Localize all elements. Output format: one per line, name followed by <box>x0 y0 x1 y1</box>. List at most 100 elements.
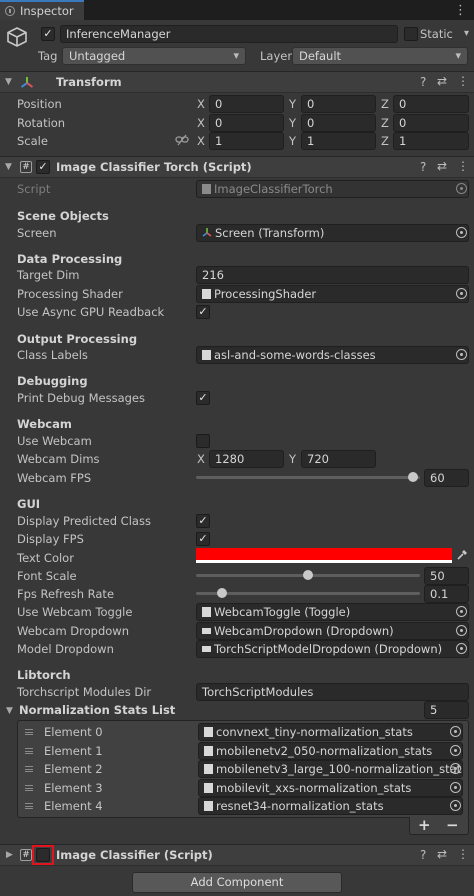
webcam-dims-x-axis[interactable]: X <box>197 452 205 466</box>
element-field[interactable]: mobilenetv2_050-normalization_stats <box>198 742 463 760</box>
help-icon[interactable]: ? <box>420 848 426 862</box>
async-readback-checkbox[interactable]: ✓ <box>196 305 210 319</box>
foldout-arrow-icon[interactable]: ▼ <box>5 77 12 87</box>
rotation-x-axis[interactable]: X <box>197 116 205 130</box>
print-debug-checkbox[interactable]: ✓ <box>196 391 210 405</box>
position-z-axis[interactable]: Z <box>381 97 389 111</box>
foldout-arrow-icon[interactable]: ▶ <box>6 850 13 860</box>
object-picker-icon[interactable] <box>450 763 461 774</box>
drag-handle-icon[interactable] <box>25 766 33 772</box>
font-scale-slider[interactable] <box>196 568 420 582</box>
constrain-proportions-icon[interactable] <box>175 134 189 149</box>
foldout-arrow-icon[interactable]: ▼ <box>5 162 12 172</box>
tag-dropdown[interactable]: Untagged <box>62 47 246 65</box>
object-picker-icon[interactable] <box>450 726 461 737</box>
processing-shader-field[interactable]: ProcessingShader <box>196 285 469 303</box>
font-scale-field[interactable]: 50 <box>424 567 469 585</box>
presets-icon[interactable]: ⇄ <box>437 847 447 861</box>
eyedropper-icon[interactable] <box>456 548 469 564</box>
slider-track <box>196 592 420 595</box>
text-color-swatch[interactable] <box>196 548 452 563</box>
tab-inspector[interactable]: Inspector <box>0 0 84 20</box>
position-y-axis[interactable]: Y <box>289 97 296 111</box>
webcam-dims-y-field[interactable]: 720 <box>301 450 376 468</box>
target-dim-field[interactable]: 216 <box>196 266 469 284</box>
drag-handle-icon[interactable] <box>25 729 33 735</box>
static-dropdown-icon[interactable]: ▾ <box>464 28 469 39</box>
drag-handle-icon[interactable] <box>25 748 33 754</box>
object-picker-icon[interactable] <box>456 625 467 636</box>
scale-y-field[interactable]: 1 <box>301 132 376 150</box>
rotation-y-field[interactable]: 0 <box>301 114 376 132</box>
element-field[interactable]: mobilenetv3_large_100-normalization_stat… <box>198 760 463 778</box>
display-fps-checkbox[interactable]: ✓ <box>196 532 210 546</box>
transform-header[interactable]: ▼ Transform ? ⇄ ⋮ <box>0 71 474 93</box>
element-field[interactable]: resnet34-normalization_stats <box>198 797 463 815</box>
object-picker-icon[interactable] <box>450 745 461 756</box>
position-z-field[interactable]: 0 <box>393 95 469 113</box>
use-webcam-checkbox[interactable] <box>196 434 210 448</box>
modules-dir-field[interactable]: TorchScriptModules <box>196 683 469 701</box>
component-enabled-checkbox[interactable] <box>32 845 54 865</box>
rotation-x-field[interactable]: 0 <box>209 114 284 132</box>
add-element-button[interactable]: + <box>418 816 431 834</box>
scale-y-axis[interactable]: Y <box>289 134 296 148</box>
image-classifier-title: Image Classifier (Script) <box>56 848 213 862</box>
webcam-fps-field[interactable]: 60 <box>424 469 469 487</box>
layer-dropdown[interactable]: Default <box>292 47 468 65</box>
element-field[interactable]: mobilevit_xxs-normalization_stats <box>198 779 463 797</box>
webcam-dims-x-field[interactable]: 1280 <box>209 450 284 468</box>
object-picker-icon[interactable] <box>450 782 461 793</box>
component-enabled-checkbox[interactable]: ✓ <box>36 160 50 174</box>
model-dropdown-field[interactable]: TorchScriptModelDropdown (Dropdown) <box>196 640 469 658</box>
remove-element-button[interactable]: − <box>446 816 459 834</box>
drag-handle-icon[interactable] <box>25 803 33 809</box>
static-checkbox[interactable] <box>404 27 418 41</box>
webcam-fps-slider[interactable] <box>196 470 420 484</box>
webcam-dropdown-field[interactable]: WebcamDropdown (Dropdown) <box>196 622 469 640</box>
webcam-dims-y-axis[interactable]: Y <box>289 452 296 466</box>
image-classifier-header[interactable]: ▶ # Image Classifier (Script) ? ⇄ ⋮ <box>0 844 474 866</box>
add-component-button[interactable]: Add Component <box>132 872 342 893</box>
fps-refresh-field[interactable]: 0.1 <box>424 585 469 603</box>
object-picker-icon[interactable] <box>450 800 461 811</box>
object-name-field[interactable]: InferenceManager <box>60 25 398 43</box>
component-menu-icon[interactable]: ⋮ <box>457 159 469 173</box>
norm-list-count-field[interactable]: 5 <box>424 701 469 719</box>
use-webcam-toggle-field[interactable]: WebcamToggle (Toggle) <box>196 603 469 621</box>
scale-x-axis[interactable]: X <box>197 134 205 148</box>
window-menu-icon[interactable]: ⋮ <box>454 3 467 18</box>
object-picker-icon[interactable] <box>456 606 467 617</box>
scale-x-field[interactable]: 1 <box>209 132 284 150</box>
fps-refresh-slider[interactable] <box>196 586 420 600</box>
class-labels-field[interactable]: asl-and-some-words-classes <box>196 346 469 364</box>
script-component-header[interactable]: ▼ # ✓ Image Classifier Torch (Script) ? … <box>0 156 474 178</box>
drag-handle-icon[interactable] <box>25 785 33 791</box>
component-menu-icon[interactable]: ⋮ <box>457 847 469 861</box>
position-x-axis[interactable]: X <box>197 97 205 111</box>
object-picker-icon[interactable] <box>456 349 467 360</box>
help-icon[interactable]: ? <box>420 75 426 89</box>
scale-z-field[interactable]: 1 <box>393 132 469 150</box>
presets-icon[interactable]: ⇄ <box>437 159 447 173</box>
component-menu-icon[interactable]: ⋮ <box>457 74 469 88</box>
display-class-checkbox[interactable]: ✓ <box>196 514 210 528</box>
slider-knob[interactable] <box>408 472 418 482</box>
rotation-z-field[interactable]: 0 <box>393 114 469 132</box>
slider-knob[interactable] <box>217 588 227 598</box>
position-y-field[interactable]: 0 <box>301 95 376 113</box>
slider-knob[interactable] <box>303 570 313 580</box>
scale-z-axis[interactable]: Z <box>381 134 389 148</box>
list-foldout-arrow-icon[interactable]: ▼ <box>6 706 13 716</box>
object-picker-icon[interactable] <box>456 288 467 299</box>
element-field[interactable]: convnext_tiny-normalization_stats <box>198 723 463 741</box>
object-picker-icon[interactable] <box>456 643 467 654</box>
presets-icon[interactable]: ⇄ <box>437 74 447 88</box>
object-picker-icon[interactable] <box>456 227 467 238</box>
rotation-y-axis[interactable]: Y <box>289 116 296 130</box>
active-checkbox[interactable]: ✓ <box>41 27 55 41</box>
position-x-field[interactable]: 0 <box>209 95 284 113</box>
screen-field[interactable]: Screen (Transform) <box>196 224 469 242</box>
rotation-z-axis[interactable]: Z <box>381 116 389 130</box>
help-icon[interactable]: ? <box>420 160 426 174</box>
